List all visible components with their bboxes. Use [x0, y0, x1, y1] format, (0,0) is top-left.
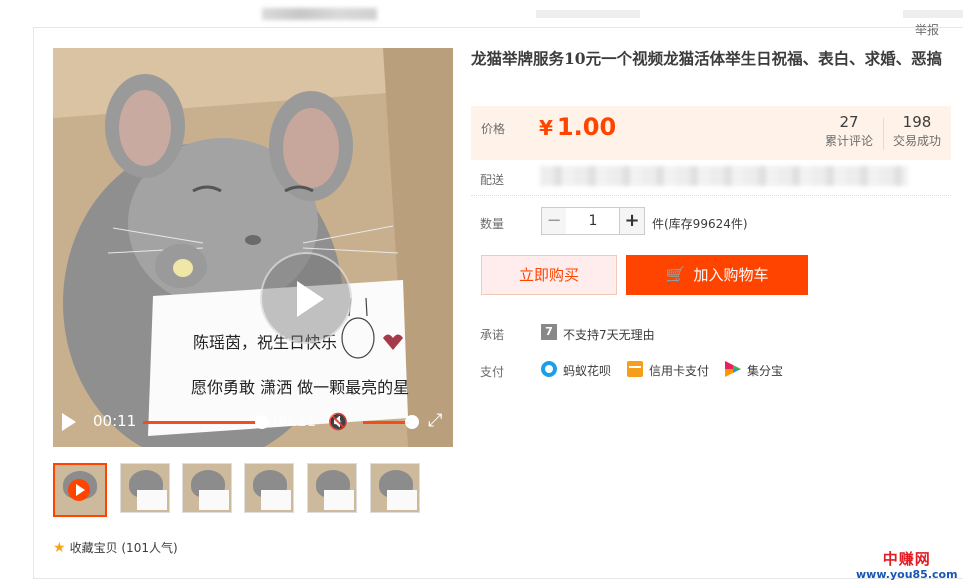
divider [883, 118, 884, 150]
play-icon [68, 479, 90, 501]
thumbnail[interactable] [370, 463, 420, 513]
price-label: 价格 [481, 122, 506, 136]
progress-bar[interactable] [143, 421, 261, 424]
star-icon: ★ [53, 540, 66, 556]
product-title: 龙猫举牌服务10元一个视频龙猫活体举生日祝福、表白、求婚、恶搞 [471, 49, 943, 68]
thumbnail[interactable] [120, 463, 170, 513]
delivery-label: 配送 [480, 173, 505, 187]
payment-label: 支付 [480, 365, 505, 379]
cart-icon: 🛒 [665, 265, 686, 284]
mute-icon[interactable]: 🔇 [328, 412, 348, 431]
thumbnail[interactable] [307, 463, 357, 513]
progress-handle[interactable] [255, 415, 269, 429]
blurred-header-block [903, 10, 963, 18]
play-video-button[interactable] [260, 252, 352, 344]
quantity-label: 数量 [480, 217, 505, 231]
top-strip [0, 0, 963, 26]
price-value: ¥1.00 [539, 113, 616, 141]
add-to-cart-button[interactable]: 🛒 加入购物车 [626, 255, 808, 295]
video-frame-image: 陈瑶茵，祝生日快乐 愿你勇敢 潇洒 做一颗最亮的星 [53, 48, 453, 447]
reviews-count: 27 [839, 113, 859, 131]
thumbnail[interactable] [244, 463, 294, 513]
volume-bar[interactable] [363, 421, 411, 424]
stock-text: 件(库存99624件) [652, 217, 748, 231]
play-icon[interactable] [62, 413, 76, 431]
promise-label: 承诺 [480, 328, 505, 342]
price-amount: 1.00 [556, 113, 617, 141]
divider [471, 195, 951, 196]
watermark-url: www.you85.com [856, 568, 958, 581]
no-return-icon: 7 [541, 324, 557, 340]
sales-label: 交易成功 [892, 134, 941, 148]
current-time: 00:11 [93, 412, 137, 430]
watermark-logo: 中赚网 www.you85.com [856, 551, 958, 582]
sales-count: 198 [902, 113, 932, 131]
volume-handle[interactable] [405, 415, 419, 429]
sales-stat: 198 交易成功 [887, 112, 947, 150]
delivery-info-blurred [540, 166, 908, 186]
watermark-title: 中赚网 [882, 550, 931, 568]
blurred-header-block [536, 10, 640, 18]
card-text-line2: 愿你勇敢 潇洒 做一颗最亮的星 [191, 378, 409, 397]
huabei-icon [541, 361, 557, 377]
credit-card-icon [627, 361, 643, 377]
product-video[interactable]: 陈瑶茵，祝生日快乐 愿你勇敢 潇洒 做一颗最亮的星 00:11 00:11 🔇 … [53, 48, 453, 447]
payment-method-jifenbao: 集分宝 [747, 364, 784, 378]
blurred-header-text [262, 8, 377, 20]
decrease-button[interactable]: − [541, 207, 567, 235]
promise-text[interactable]: 不支持7天无理由 [563, 326, 655, 343]
quantity-input[interactable]: 1 [566, 207, 620, 235]
payment-method-huabei: 蚂蚁花呗 [563, 364, 612, 378]
thumbnail-video[interactable] [53, 463, 107, 517]
favorite-link[interactable]: ★ 收藏宝贝 (101人气) [53, 539, 178, 556]
buy-now-button[interactable]: 立即购买 [481, 255, 617, 295]
reviews-label: 累计评论 [824, 134, 873, 148]
currency-symbol: ¥ [539, 116, 553, 140]
price-panel: 价格 ¥1.00 27 累计评论 198 交易成功 [471, 106, 951, 160]
fullscreen-icon[interactable]: ⤢ [428, 410, 442, 431]
video-controls: 00:11 00:11 🔇 ⤢ [53, 397, 453, 447]
payment-method-credit-card: 信用卡支付 [649, 364, 710, 378]
increase-button[interactable]: + [619, 207, 645, 235]
add-to-cart-label: 加入购物车 [693, 266, 769, 284]
reviews-stat[interactable]: 27 累计评论 [821, 112, 877, 150]
favorite-label: 收藏宝贝 (101人气) [69, 541, 178, 555]
duration: 00:11 [273, 412, 317, 430]
thumbnail[interactable] [182, 463, 232, 513]
